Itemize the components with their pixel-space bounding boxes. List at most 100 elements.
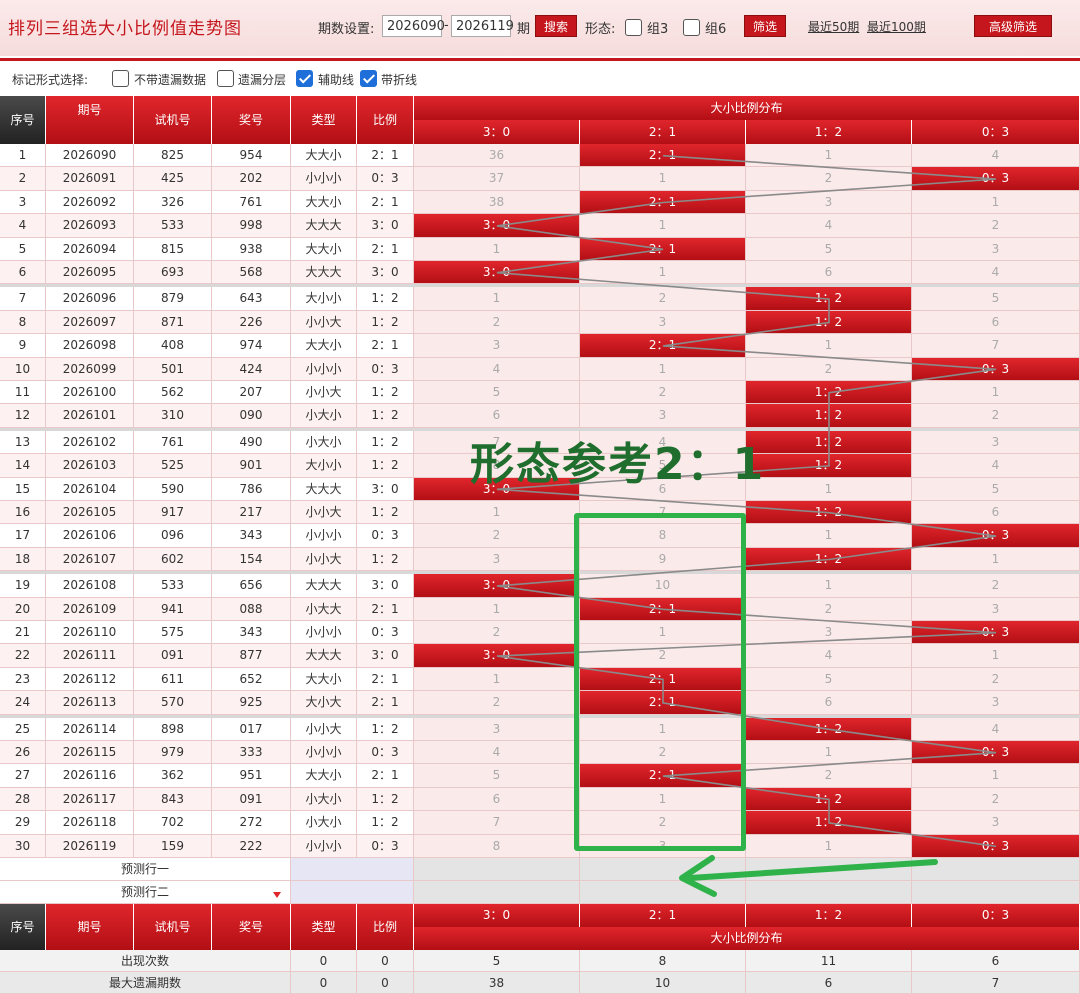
row-type: 大大小 [291,334,357,358]
omission-cell: 1 [912,190,1080,215]
row-ratio: 1：2 [357,717,414,741]
row-prize: 154 [212,547,291,572]
advanced-filter-button[interactable]: 高级筛选 [974,15,1052,37]
stat-value: 6 [746,972,912,994]
row-prize: 333 [212,741,291,765]
hit-cell: 1：2 [746,287,912,311]
omission-cell: 2 [912,404,1080,428]
group3-checkbox[interactable] [625,19,642,36]
row-trial: 525 [134,454,212,478]
row-trial: 979 [134,741,212,765]
row-ratio: 1：2 [357,430,414,455]
header-seq: 序号 [0,96,46,144]
predict-cell[interactable] [746,858,912,881]
omission-cell: 1 [746,477,912,501]
row-type: 大大大 [291,214,357,238]
omission-cell: 1 [746,834,912,858]
polyline-checkbox[interactable] [360,70,377,87]
row-seq: 18 [0,547,46,572]
omission-cell: 2 [746,167,912,191]
row-seq: 20 [0,597,46,621]
period-from-input[interactable]: 2026090 [382,15,445,37]
hit-cell: 1：2 [746,381,912,405]
row-type: 小小小 [291,167,357,191]
row-type: 小小小 [291,621,357,645]
aux-line-checkbox[interactable] [296,70,313,87]
hit-cell: 0：3 [912,834,1080,858]
row-period: 2026104 [46,477,134,501]
predict-cell[interactable] [912,858,1080,881]
row-type: 小大小 [291,787,357,812]
omission-cell: 3 [912,691,1080,715]
period-to-input[interactable]: 2026119 [451,15,514,37]
hit-cell: 3：0 [414,574,580,598]
predict-cell[interactable] [580,881,746,904]
omission-layer-label: 遗漏分层 [238,73,287,87]
row-trial: 879 [134,287,212,311]
predict-cell[interactable] [414,858,580,881]
predict-cell[interactable] [414,881,580,904]
predict-input-cell[interactable] [291,881,414,904]
row-trial: 575 [134,621,212,645]
period-label: 期数设置: [318,22,375,37]
hit-cell: 2：1 [580,237,746,261]
predict-cell[interactable] [580,858,746,881]
row-period: 2026090 [46,144,134,168]
omission-cell: 38 [414,190,580,215]
row-period: 2026112 [46,667,134,692]
row-period: 2026115 [46,741,134,765]
predict-cell[interactable] [912,881,1080,904]
hit-cell: 0：3 [912,621,1080,645]
row-seq: 5 [0,237,46,261]
row-type: 小大小 [291,430,357,455]
row-seq: 7 [0,287,46,311]
row-prize: 643 [212,287,291,311]
row-prize: 954 [212,144,291,168]
row-prize: 217 [212,501,291,525]
omission-layer-checkbox[interactable] [217,70,234,87]
row-period: 2026091 [46,167,134,191]
predict-arrow-icon[interactable] [273,892,281,898]
predict-input-cell[interactable] [291,858,414,881]
row-ratio: 1：2 [357,404,414,428]
predict-row-1[interactable]: 预测行一 [0,858,291,881]
row-type: 小大大 [291,597,357,621]
row-seq: 4 [0,214,46,238]
omission-cell: 1 [912,644,1080,668]
row-seq: 23 [0,667,46,692]
row-seq: 11 [0,381,46,405]
last50-link[interactable]: 最近50期 [808,18,859,35]
row-seq: 12 [0,404,46,428]
row-ratio: 2：1 [357,764,414,788]
omission-cell: 3 [912,811,1080,835]
stat-value: 6 [912,950,1080,972]
group6-checkbox[interactable] [683,19,700,36]
mark-options-bar: 标记形式选择: 不带遗漏数据 遗漏分层 辅助线 带折线 [0,64,1080,94]
header-period[interactable]: 期号 [46,96,134,144]
row-type: 大大小 [291,667,357,692]
row-prize: 424 [212,357,291,381]
row-ratio: 2：1 [357,667,414,692]
filter-button[interactable]: 筛选 [744,15,786,37]
predict-cell[interactable] [746,881,912,904]
row-prize: 017 [212,717,291,741]
group3-label: 组3 [647,22,669,37]
predict-row-2[interactable]: 预测行二 [0,881,291,904]
row-prize: 088 [212,597,291,621]
row-type: 小大小 [291,404,357,428]
row-period: 2026101 [46,404,134,428]
row-ratio: 0：3 [357,834,414,858]
omission-cell: 4 [746,644,912,668]
row-period: 2026099 [46,357,134,381]
row-type: 小小大 [291,547,357,572]
no-omission-checkbox[interactable] [112,70,129,87]
last100-link[interactable]: 最近100期 [867,18,926,35]
search-button[interactable]: 搜索 [535,15,577,37]
row-trial: 408 [134,334,212,358]
row-trial: 096 [134,524,212,548]
row-period: 2026110 [46,621,134,645]
row-type: 小小小 [291,741,357,765]
omission-cell: 2 [580,381,746,405]
row-type: 大大小 [291,144,357,168]
row-ratio: 3：0 [357,644,414,668]
